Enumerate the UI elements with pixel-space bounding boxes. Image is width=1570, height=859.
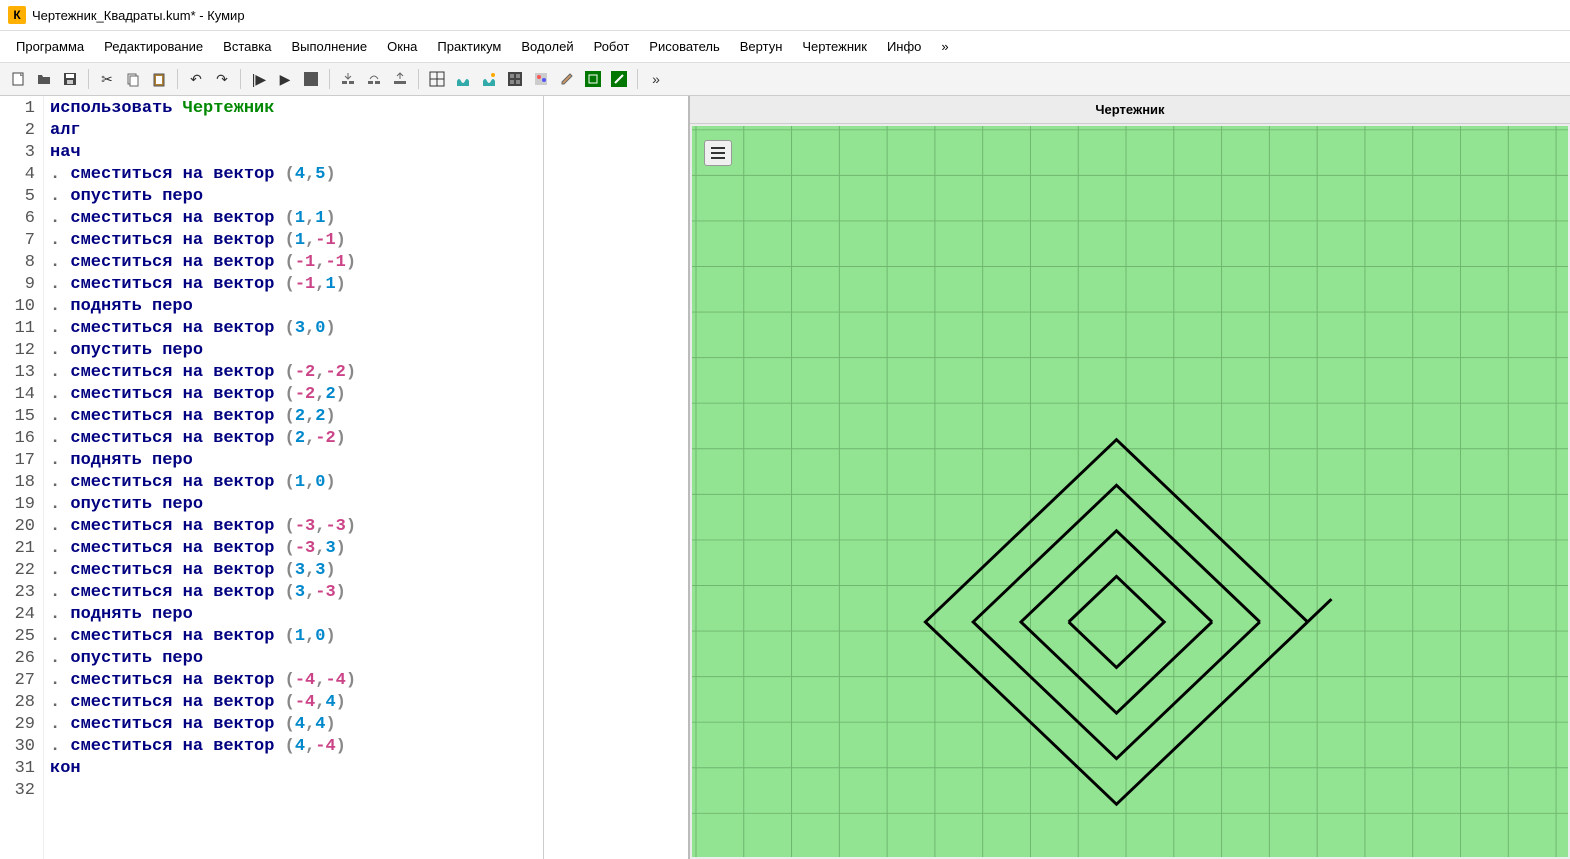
- menu-item-0[interactable]: Программа: [8, 35, 92, 58]
- separator: [177, 69, 178, 89]
- menu-bar: ПрограммаРедактированиеВставкаВыполнение…: [0, 31, 1570, 63]
- paste-icon[interactable]: [147, 67, 171, 91]
- menu-item-3[interactable]: Выполнение: [283, 35, 375, 58]
- separator: [418, 69, 419, 89]
- drawing-canvas[interactable]: [692, 126, 1568, 857]
- window-title: Чертежник_Квадраты.kum* - Кумир: [32, 8, 245, 23]
- run-icon[interactable]: ▶: [273, 67, 297, 91]
- tool-draw2-icon[interactable]: [607, 67, 631, 91]
- code-line[interactable]: использовать Чертежник: [50, 98, 537, 120]
- cut-icon[interactable]: ✂: [95, 67, 119, 91]
- step-out-icon[interactable]: [388, 67, 412, 91]
- code-line[interactable]: . сместиться на вектор (-4,4): [50, 692, 537, 714]
- tool-pencil-icon[interactable]: [555, 67, 579, 91]
- open-file-icon[interactable]: [32, 67, 56, 91]
- code-line[interactable]: алг: [50, 120, 537, 142]
- menu-item-4[interactable]: Окна: [379, 35, 425, 58]
- menu-item-11[interactable]: Инфо: [879, 35, 929, 58]
- tool-draw1-icon[interactable]: [581, 67, 605, 91]
- code-line[interactable]: . сместиться на вектор (-1,1): [50, 274, 537, 296]
- line-gutter: 1234567891011121314151617181920212223242…: [0, 96, 44, 859]
- tool-water2-icon[interactable]: [477, 67, 501, 91]
- separator: [329, 69, 330, 89]
- code-line[interactable]: . сместиться на вектор (2,2): [50, 406, 537, 428]
- menu-item-10[interactable]: Чертежник: [794, 35, 875, 58]
- separator: [637, 69, 638, 89]
- code-line[interactable]: . поднять перо: [50, 296, 537, 318]
- drawing-pane: Чертежник: [690, 96, 1570, 859]
- code-line[interactable]: . сместиться на вектор (4,4): [50, 714, 537, 736]
- code-line[interactable]: . сместиться на вектор (3,3): [50, 560, 537, 582]
- step-into-icon[interactable]: [336, 67, 360, 91]
- tool-water-icon[interactable]: [451, 67, 475, 91]
- separator: [88, 69, 89, 89]
- code-line[interactable]: . сместиться на вектор (1,0): [50, 472, 537, 494]
- undo-icon[interactable]: ↶: [184, 67, 208, 91]
- code-line[interactable]: . поднять перо: [50, 450, 537, 472]
- code-line[interactable]: . сместиться на вектор (1,0): [50, 626, 537, 648]
- redo-icon[interactable]: ↷: [210, 67, 234, 91]
- menu-item-12[interactable]: »: [933, 35, 956, 58]
- code-line[interactable]: . сместиться на вектор (3,-3): [50, 582, 537, 604]
- code-line[interactable]: . сместиться на вектор (3,0): [50, 318, 537, 340]
- code-line[interactable]: . сместиться на вектор (-3,3): [50, 538, 537, 560]
- title-bar: К Чертежник_Квадраты.kum* - Кумир: [0, 0, 1570, 31]
- code-line[interactable]: . поднять перо: [50, 604, 537, 626]
- code-line[interactable]: [50, 780, 537, 802]
- stop-icon[interactable]: [299, 67, 323, 91]
- code-line[interactable]: . сместиться на вектор (-2,-2): [50, 362, 537, 384]
- code-line[interactable]: . сместиться на вектор (4,-4): [50, 736, 537, 758]
- code-line[interactable]: . опустить перо: [50, 648, 537, 670]
- code-line[interactable]: . сместиться на вектор (1,-1): [50, 230, 537, 252]
- code-line[interactable]: . сместиться на вектор (-2,2): [50, 384, 537, 406]
- app-icon: К: [8, 6, 26, 24]
- code-line[interactable]: нач: [50, 142, 537, 164]
- drawing-pane-title: Чертежник: [690, 96, 1570, 124]
- menu-item-9[interactable]: Вертун: [732, 35, 791, 58]
- tool-paint-icon[interactable]: [529, 67, 553, 91]
- menu-item-8[interactable]: Рисователь: [641, 35, 727, 58]
- toolbar: ✂ ↶ ↷ |▶ ▶ »: [0, 63, 1570, 96]
- code-line[interactable]: . сместиться на вектор (-1,-1): [50, 252, 537, 274]
- canvas-menu-icon[interactable]: [704, 140, 732, 166]
- menu-item-1[interactable]: Редактирование: [96, 35, 211, 58]
- code-line[interactable]: кон: [50, 758, 537, 780]
- code-line[interactable]: . опустить перо: [50, 340, 537, 362]
- editor-side-margin: [543, 96, 688, 859]
- toolbar-more-icon[interactable]: »: [644, 67, 668, 91]
- code-line[interactable]: . сместиться на вектор (-3,-3): [50, 516, 537, 538]
- code-line[interactable]: . сместиться на вектор (-4,-4): [50, 670, 537, 692]
- code-editor[interactable]: использовать Чертежникалгнач. сместиться…: [44, 96, 543, 859]
- save-file-icon[interactable]: [58, 67, 82, 91]
- code-line[interactable]: . сместиться на вектор (1,1): [50, 208, 537, 230]
- menu-item-5[interactable]: Практикум: [429, 35, 509, 58]
- step-over-icon[interactable]: [362, 67, 386, 91]
- separator: [240, 69, 241, 89]
- copy-icon[interactable]: [121, 67, 145, 91]
- tool-grid-icon[interactable]: [425, 67, 449, 91]
- tool-robot-icon[interactable]: [503, 67, 527, 91]
- new-file-icon[interactable]: [6, 67, 30, 91]
- editor-pane: 1234567891011121314151617181920212223242…: [0, 96, 690, 859]
- code-line[interactable]: . опустить перо: [50, 494, 537, 516]
- run-to-icon[interactable]: |▶: [247, 67, 271, 91]
- main-area: 1234567891011121314151617181920212223242…: [0, 96, 1570, 859]
- code-line[interactable]: . сместиться на вектор (4,5): [50, 164, 537, 186]
- code-line[interactable]: . опустить перо: [50, 186, 537, 208]
- menu-item-2[interactable]: Вставка: [215, 35, 279, 58]
- code-line[interactable]: . сместиться на вектор (2,-2): [50, 428, 537, 450]
- menu-item-7[interactable]: Робот: [586, 35, 638, 58]
- menu-item-6[interactable]: Водолей: [513, 35, 581, 58]
